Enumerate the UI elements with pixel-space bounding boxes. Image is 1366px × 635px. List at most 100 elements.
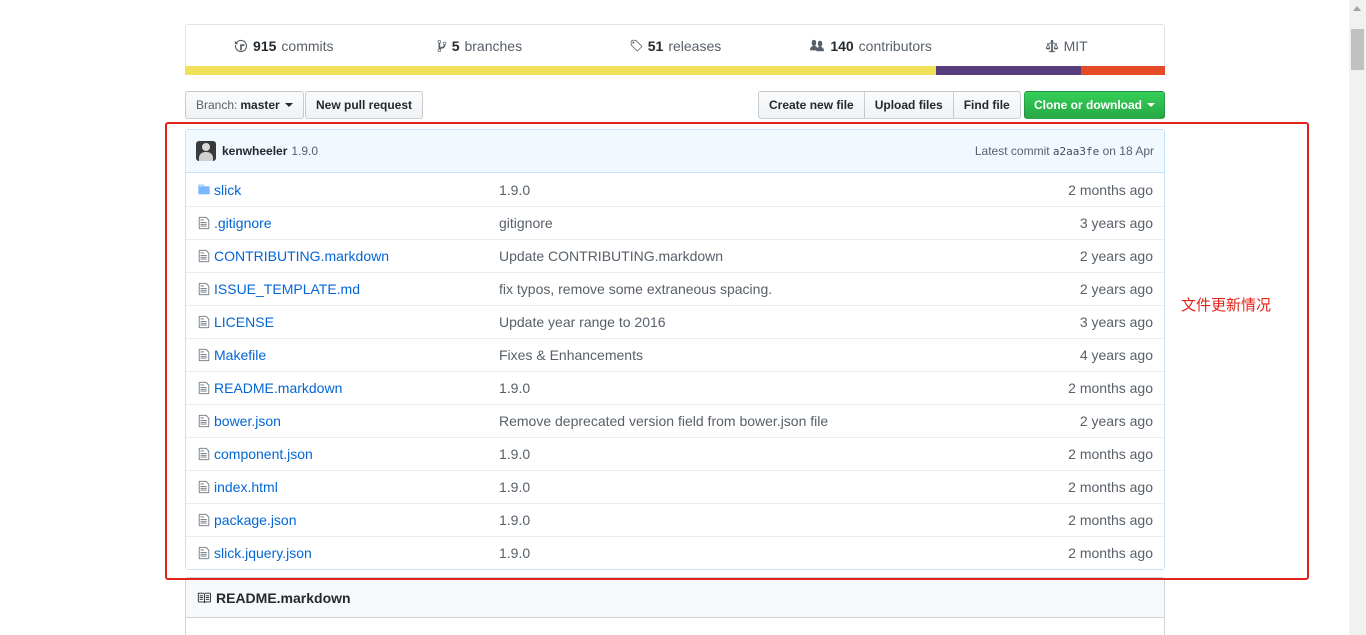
branches-label: branches [464,38,523,54]
contributors-link[interactable]: 140 contributors [773,38,969,54]
table-row: index.html 1.9.0 2 months ago [186,470,1164,503]
file-name-link[interactable]: slick [214,182,499,198]
clone-download-button[interactable]: Clone or download [1024,91,1165,119]
releases-count: 51 [647,38,664,54]
file-icon [186,381,214,395]
table-row: slick.jquery.json 1.9.0 2 months ago [186,536,1164,569]
commit-message-link[interactable]: 1.9.0 [499,512,1019,528]
file-name-link[interactable]: package.json [214,512,499,528]
commits-link[interactable]: 915 commits [186,38,382,54]
table-row: slick 1.9.0 2 months ago [186,173,1164,206]
commit-message-link[interactable]: gitignore [499,215,1019,231]
tag-icon [630,39,642,52]
releases-link[interactable]: 51 releases [577,38,773,54]
file-name-link[interactable]: README.markdown [214,380,499,396]
file-name-link[interactable]: index.html [214,479,499,495]
top-cutoff-text [270,0,590,4]
commit-sha[interactable]: a2aa3fe [1053,145,1099,158]
file-icon [186,348,214,362]
file-name-link[interactable]: LICENSE [214,314,499,330]
table-row: Makefile Fixes & Enhancements 4 years ago [186,338,1164,371]
commit-message-link[interactable]: Update year range to 2016 [499,314,1019,330]
commit-message[interactable]: 1.9.0 [291,144,318,158]
file-name-link[interactable]: slick.jquery.json [214,545,499,561]
organization-icon [810,39,825,52]
language-segment[interactable] [185,66,936,75]
find-file-button[interactable]: Find file [952,91,1021,119]
branch-icon [437,39,447,53]
table-row: component.json 1.9.0 2 months ago [186,437,1164,470]
file-name-link[interactable]: CONTRIBUTING.markdown [214,248,499,264]
avatar[interactable] [196,141,216,161]
commit-author[interactable]: kenwheeler [222,144,287,158]
commit-age: 2 months ago [1068,545,1153,561]
commit-date: on 18 Apr [1102,144,1154,158]
scroll-up-icon[interactable] [1353,6,1361,11]
language-segment[interactable] [1080,66,1165,75]
commits-count: 915 [253,38,277,54]
commit-tease: kenwheeler 1.9.0 Latest commit a2aa3fe o… [186,130,1164,173]
annotation-text: 文件更新情况 [1181,296,1272,314]
book-icon [197,592,211,603]
commit-message-link[interactable]: Fixes & Enhancements [499,347,1019,363]
language-segment[interactable] [935,66,1081,75]
file-name-link[interactable]: .gitignore [214,215,499,231]
commit-message-link[interactable]: 1.9.0 [499,479,1019,495]
create-new-file-button[interactable]: Create new file [758,91,865,119]
latest-commit: Latest commit a2aa3fe on 18 Apr [975,144,1154,158]
latest-commit-prefix: Latest commit [974,144,1050,158]
file-name-link[interactable]: component.json [214,446,499,462]
commit-age: 2 years ago [1079,248,1153,264]
commit-message-link[interactable]: Update CONTRIBUTING.markdown [499,248,1019,264]
commit-message-link[interactable]: fix typos, remove some extraneous spacin… [499,281,1019,297]
releases-label: releases [668,38,722,54]
contributors-count: 140 [830,38,854,54]
commit-age: 2 months ago [1068,512,1153,528]
file-icon [186,447,214,461]
table-row: README.markdown 1.9.0 2 months ago [186,371,1164,404]
file-name-link[interactable]: Makefile [214,347,499,363]
caret-down-icon [284,103,293,107]
commit-age: 3 years ago [1079,215,1153,231]
caret-down-icon [1147,103,1155,107]
upload-files-button[interactable]: Upload files [863,91,954,119]
scrollbar-thumb[interactable] [1351,29,1364,70]
table-row: ISSUE_TEMPLATE.md fix typos, remove some … [186,272,1164,305]
branches-link[interactable]: 5 branches [382,38,578,54]
file-icon [186,513,214,527]
commit-message-link[interactable]: 1.9.0 [499,380,1019,396]
language-bar[interactable] [185,66,1165,75]
file-icon [186,315,214,329]
file-actions-group: Create new file Upload files Find file [758,91,1021,119]
readme-box: README.markdown [185,577,1165,635]
file-icon [186,480,214,494]
commit-age: 2 months ago [1068,181,1153,198]
license-label: MIT [1063,38,1088,54]
file-table: kenwheeler 1.9.0 Latest commit a2aa3fe o… [185,129,1165,570]
commit-age: 4 years ago [1079,347,1153,363]
commit-message-link[interactable]: Remove deprecated version field from bow… [499,413,1019,429]
license-link[interactable]: MIT [968,38,1164,54]
repo-summary: 915 commits 5 branches 51 releases 140 c… [185,24,1165,75]
commit-message-link[interactable]: 1.9.0 [499,446,1019,462]
branches-count: 5 [451,38,460,54]
branch-select-button[interactable]: Branch: master [185,91,304,119]
table-row: .gitignore gitignore 3 years ago [186,206,1164,239]
commit-age: 3 years ago [1079,314,1153,330]
table-row: CONTRIBUTING.markdown Update CONTRIBUTING… [186,239,1164,272]
new-pull-request-button[interactable]: New pull request [305,91,424,119]
scrollbar[interactable] [1349,0,1366,635]
folder-icon [186,183,214,196]
history-icon [234,39,248,53]
commit-message-link[interactable]: 1.9.0 [499,182,1019,198]
commit-message-link[interactable]: 1.9.0 [499,545,1019,561]
table-row: LICENSE Update year range to 2016 3 years … [186,305,1164,338]
file-icon [186,546,214,560]
clone-download-label: Clone or download [1034,98,1142,112]
file-name-link[interactable]: ISSUE_TEMPLATE.md [214,281,499,297]
readme-title[interactable]: README.markdown [216,590,351,606]
law-icon [1045,39,1058,53]
file-name-link[interactable]: bower.json [214,413,499,429]
commit-age: 2 months ago [1068,446,1153,462]
commit-age: 2 years ago [1079,413,1153,429]
